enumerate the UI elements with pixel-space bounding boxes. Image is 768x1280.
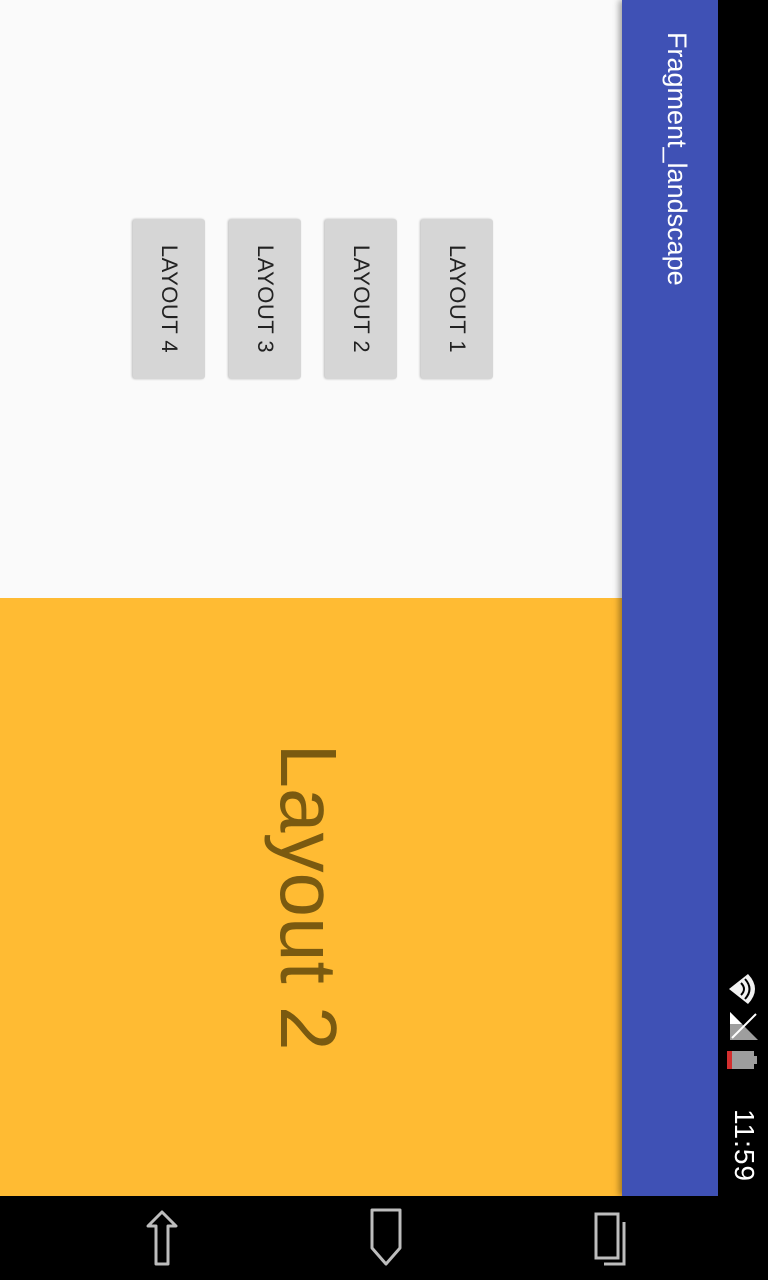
home-icon[interactable] <box>356 1208 416 1268</box>
device-screen: 11:59 Fragment_landscape LAYOUT 1 LAYOUT… <box>0 0 768 1280</box>
battery-level <box>727 1051 732 1069</box>
app-bar: Fragment_landscape <box>622 0 718 1196</box>
wifi-icon <box>729 974 755 1004</box>
layout-3-button[interactable]: LAYOUT 3 <box>229 219 301 379</box>
signal-icon <box>730 1012 758 1040</box>
app-title: Fragment_landscape <box>662 32 692 286</box>
recents-icon[interactable] <box>580 1208 640 1268</box>
button-fragment: LAYOUT 1 LAYOUT 2 LAYOUT 3 LAYOUT 4 <box>0 0 622 598</box>
layout-2-button[interactable]: LAYOUT 2 <box>325 219 397 379</box>
layout-fragment: Layout 2 <box>0 598 622 1196</box>
navigation-bar <box>0 1196 768 1280</box>
back-icon[interactable] <box>132 1208 192 1268</box>
content-area: LAYOUT 1 LAYOUT 2 LAYOUT 3 LAYOUT 4 Layo… <box>0 0 622 1196</box>
landscape-app: 11:59 Fragment_landscape LAYOUT 1 LAYOUT… <box>0 0 768 1196</box>
status-bar: 11:59 <box>718 0 768 1196</box>
layout-1-button[interactable]: LAYOUT 1 <box>421 219 493 379</box>
status-time: 11:59 <box>729 1109 760 1182</box>
layout-4-button[interactable]: LAYOUT 4 <box>133 219 205 379</box>
battery-icon <box>727 1051 757 1069</box>
fragment-label: Layout 2 <box>264 743 353 1051</box>
